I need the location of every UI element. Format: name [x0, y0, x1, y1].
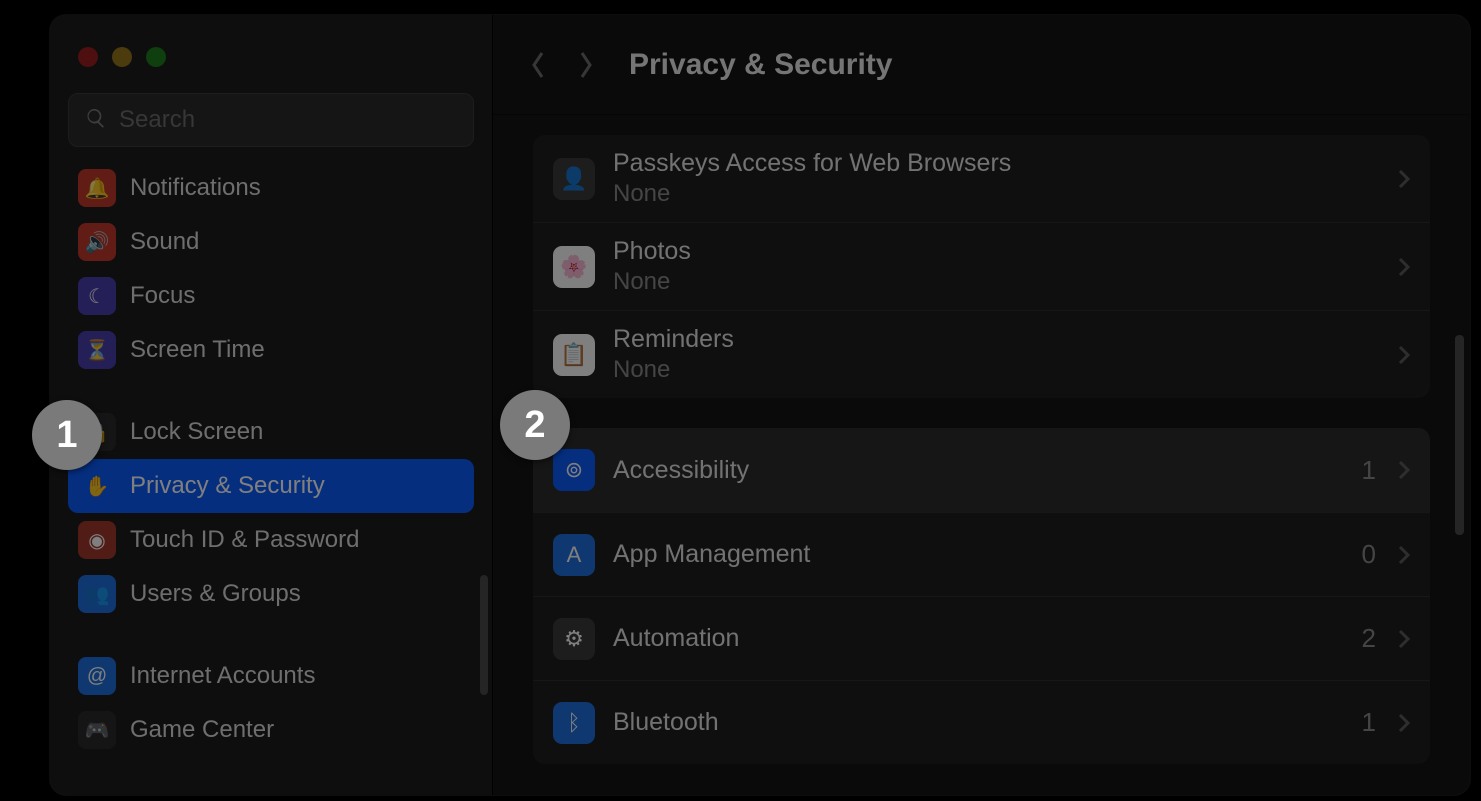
- sidebar-item-sound[interactable]: 🔊 Sound: [68, 215, 474, 269]
- main-header: Privacy & Security: [493, 15, 1470, 115]
- row-count: 0: [1362, 539, 1376, 570]
- hand-icon: ✋: [78, 467, 116, 505]
- sidebar-item-users-groups[interactable]: 👥 Users & Groups: [68, 567, 474, 621]
- sidebar-item-label: Users & Groups: [130, 580, 301, 608]
- forward-button[interactable]: [571, 45, 601, 85]
- fingerprint-icon: ◉: [78, 521, 116, 559]
- row-title: App Management: [613, 540, 1344, 569]
- row-title: Accessibility: [613, 456, 1344, 485]
- settings-row-accessibility[interactable]: ⊚ Accessibility 1: [533, 428, 1430, 512]
- gamecenter-icon: 🎮: [78, 711, 116, 749]
- main-panel: Privacy & Security 👤 Passkeys Access for …: [493, 15, 1470, 795]
- sidebar-item-label: Screen Time: [130, 336, 265, 364]
- users-icon: 👥: [78, 575, 116, 613]
- settings-group: ⊚ Accessibility 1 A App Management 0 ⚙ Automati…: [533, 428, 1430, 764]
- passkey-icon: 👤: [553, 158, 595, 200]
- chevron-right-icon: [1398, 345, 1410, 365]
- row-title: Photos: [613, 237, 1380, 266]
- window-controls: [50, 33, 492, 93]
- settings-row-app-management[interactable]: A App Management 0: [533, 512, 1430, 596]
- row-title: Bluetooth: [613, 708, 1344, 737]
- sidebar-scrollbar[interactable]: [480, 575, 488, 695]
- chevron-right-icon: [1398, 169, 1410, 189]
- row-subtitle: None: [613, 356, 1380, 384]
- sidebar-item-label: Lock Screen: [130, 418, 263, 446]
- row-subtitle: None: [613, 180, 1380, 208]
- settings-row-bluetooth[interactable]: ᛒ Bluetooth 1: [533, 680, 1430, 764]
- speaker-icon: 🔊: [78, 223, 116, 261]
- row-count: 2: [1362, 623, 1376, 654]
- appstore-icon: A: [553, 534, 595, 576]
- settings-row-passkeys-access-for-web-browsers[interactable]: 👤 Passkeys Access for Web BrowsersNone: [533, 135, 1430, 222]
- annotation-badge-1: 1: [32, 400, 102, 470]
- row-title: Reminders: [613, 325, 1380, 354]
- settings-row-automation[interactable]: ⚙ Automation 2: [533, 596, 1430, 680]
- annotation-badge-2: 2: [500, 390, 570, 460]
- back-button[interactable]: [523, 45, 553, 85]
- system-settings-window: 🔔 Notifications 🔊 Sound ☾ Focus ⏳ Screen Time 🔒L…: [50, 15, 1470, 795]
- chevron-right-icon: [1398, 460, 1410, 480]
- sidebar-item-screen-time[interactable]: ⏳ Screen Time: [68, 323, 474, 377]
- sidebar-item-label: Internet Accounts: [130, 662, 315, 690]
- chevron-right-icon: [1398, 713, 1410, 733]
- zoom-window-button[interactable]: [146, 47, 166, 67]
- sidebar-item-label: Touch ID & Password: [130, 526, 359, 554]
- sidebar-list: 🔔 Notifications 🔊 Sound ☾ Focus ⏳ Screen Time 🔒L…: [50, 161, 492, 795]
- sidebar-item-label: Sound: [130, 228, 199, 256]
- settings-row-photos[interactable]: 🌸 PhotosNone: [533, 222, 1430, 310]
- sidebar-item-game-center[interactable]: 🎮 Game Center: [68, 703, 474, 757]
- moon-icon: ☾: [78, 277, 116, 315]
- main-scrollbar[interactable]: [1455, 335, 1464, 535]
- main-body: 👤Passkeys Access for Web BrowsersNone🌸Ph…: [493, 115, 1470, 795]
- row-subtitle: None: [613, 268, 1380, 296]
- search-input[interactable]: [119, 106, 457, 134]
- sidebar-item-notifications[interactable]: 🔔 Notifications: [68, 161, 474, 215]
- row-title: Automation: [613, 624, 1344, 653]
- bell-icon: 🔔: [78, 169, 116, 207]
- minimize-window-button[interactable]: [112, 47, 132, 67]
- chevron-right-icon: [1398, 629, 1410, 649]
- at-icon: @: [78, 657, 116, 695]
- sidebar-item-focus[interactable]: ☾ Focus: [68, 269, 474, 323]
- row-title: Passkeys Access for Web Browsers: [613, 149, 1380, 178]
- page-title: Privacy & Security: [629, 48, 892, 82]
- sidebar-item-internet-accounts[interactable]: @ Internet Accounts: [68, 649, 474, 703]
- settings-row-reminders[interactable]: 📋 RemindersNone: [533, 310, 1430, 398]
- sidebar: 🔔 Notifications 🔊 Sound ☾ Focus ⏳ Screen Time 🔒L…: [50, 15, 493, 795]
- bluetooth-icon: ᛒ: [553, 702, 595, 744]
- gears-icon: ⚙: [553, 618, 595, 660]
- row-count: 1: [1362, 707, 1376, 738]
- search-field[interactable]: [68, 93, 474, 147]
- reminders-icon: 📋: [553, 334, 595, 376]
- sidebar-item-label: Focus: [130, 282, 195, 310]
- settings-group: 👤Passkeys Access for Web BrowsersNone🌸Ph…: [533, 135, 1430, 398]
- photos-icon: 🌸: [553, 246, 595, 288]
- sidebar-item-label: Game Center: [130, 716, 274, 744]
- hourglass-icon: ⏳: [78, 331, 116, 369]
- sidebar-item-label: Notifications: [130, 174, 261, 202]
- chevron-right-icon: [1398, 257, 1410, 277]
- sidebar-item-label: Privacy & Security: [130, 472, 325, 500]
- sidebar-item-touch-id-password[interactable]: ◉ Touch ID & Password: [68, 513, 474, 567]
- sidebar-item-privacy-security[interactable]: ✋ Privacy & Security: [68, 459, 474, 513]
- row-count: 1: [1362, 455, 1376, 486]
- chevron-right-icon: [1398, 545, 1410, 565]
- close-window-button[interactable]: [78, 47, 98, 67]
- sidebar-item-lock-screen[interactable]: 🔒Lock Screen: [68, 405, 474, 459]
- search-icon: [85, 107, 107, 134]
- accessibility-icon: ⊚: [553, 449, 595, 491]
